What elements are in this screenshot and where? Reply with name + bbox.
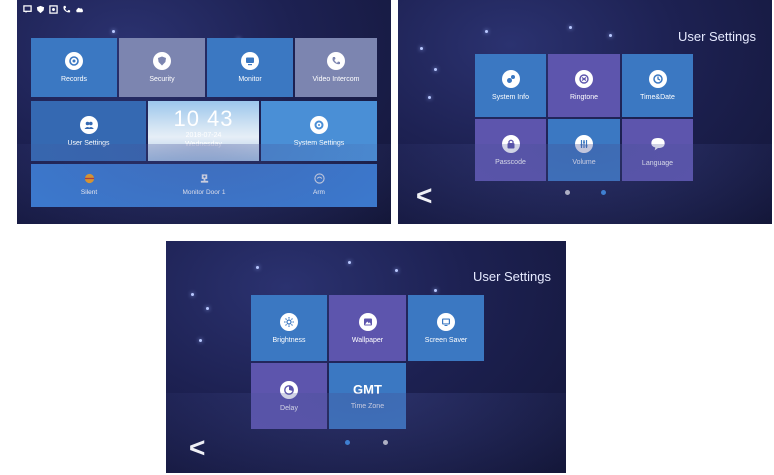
ringtone-label: Ringtone (569, 94, 599, 101)
ringtone-tile[interactable]: Ringtone (548, 54, 620, 117)
status-bar (23, 5, 84, 14)
system-info-tile[interactable]: System Info (475, 54, 546, 117)
star (348, 261, 351, 264)
delay-tile[interactable]: Delay (251, 363, 327, 429)
passcode-label: Passcode (495, 158, 526, 166)
speech-bubble-icon (648, 134, 668, 154)
star (191, 293, 194, 296)
time-zone-label: Time Zone (350, 403, 385, 410)
arm-icon (313, 172, 325, 184)
star (569, 26, 572, 29)
bell-icon (83, 172, 95, 184)
star (199, 339, 202, 342)
wallpaper-label: Wallpaper (351, 336, 384, 344)
records-icon (65, 52, 83, 70)
passcode-tile[interactable]: Passcode (475, 119, 546, 181)
quick-action-bar: Silent Monitor Door 1 Arm (31, 164, 377, 207)
records-tile[interactable]: Records (31, 38, 117, 97)
delay-label: Delay (280, 404, 298, 412)
back-button[interactable]: < (416, 182, 432, 210)
records-label: Records (60, 76, 88, 83)
page-title: User Settings (677, 29, 756, 44)
video-intercom-tile[interactable]: Video Intercom (295, 38, 377, 97)
phone-icon (62, 5, 71, 14)
clock-weekday: Wednesday (185, 141, 222, 148)
screen-icon (437, 312, 455, 331)
time-date-label: Time&Date (640, 94, 675, 101)
lock-icon (501, 134, 520, 153)
time-date-tile[interactable]: Time&Date (622, 54, 693, 117)
system-info-label: System Info (492, 94, 529, 101)
volume-label: Volume (572, 158, 596, 166)
monitor-tile[interactable]: Monitor (207, 38, 293, 97)
star (434, 289, 437, 292)
user-settings-label: User Settings (67, 139, 110, 147)
ringtone-icon (575, 70, 593, 88)
user-settings-tile[interactable]: User Settings (31, 101, 146, 161)
arm-label: Arm (313, 189, 325, 196)
gear-icon (310, 115, 328, 134)
page-dot-2[interactable] (383, 440, 388, 445)
star (420, 47, 423, 50)
cloud-icon (75, 5, 84, 14)
star (395, 269, 398, 272)
user-settings-screen-page2: User Settings Brightness Wallpaper Scree… (166, 241, 566, 473)
monitor-door-label: Monitor Door 1 (182, 189, 226, 196)
clock-widget: 10 43 2018-07-24 Wednesday (148, 101, 259, 161)
page-dot-2-active[interactable] (601, 190, 606, 195)
screen-saver-tile[interactable]: Screen Saver (408, 295, 484, 361)
user-settings-screen-page1: User Settings System Info Ringtone Time&… (398, 0, 772, 224)
image-icon (358, 312, 377, 331)
security-label: Security (149, 76, 175, 83)
camera-icon (198, 172, 210, 184)
language-label: Language (641, 159, 674, 167)
page-title: User Settings (472, 269, 551, 284)
video-intercom-icon (327, 52, 345, 70)
monitor-door-button[interactable]: Monitor Door 1 (164, 172, 244, 196)
sun-icon (280, 312, 298, 331)
monitor-icon (241, 52, 259, 70)
star (206, 307, 209, 310)
star (434, 68, 437, 71)
clock-icon (648, 70, 667, 88)
clock-date: 2018-07-24 (185, 132, 222, 139)
brightness-label: Brightness (272, 336, 306, 344)
screen-saver-label: Screen Saver (424, 336, 468, 344)
silent-button[interactable]: Silent (49, 172, 129, 196)
users-icon (79, 115, 98, 134)
monitor-label: Monitor (238, 76, 262, 83)
silent-label: Silent (80, 189, 98, 196)
video-intercom-label: Video Intercom (312, 76, 360, 83)
page-dot-1[interactable] (565, 190, 570, 195)
security-icon (153, 52, 171, 70)
gmt-icon: GMT (353, 382, 382, 397)
star (609, 34, 612, 37)
picture-icon (49, 5, 58, 14)
message-icon (23, 5, 32, 14)
info-icon (501, 70, 520, 88)
timer-icon (280, 380, 298, 399)
arm-button[interactable]: Arm (279, 172, 359, 196)
clock-time: 10 43 (173, 106, 234, 131)
star (112, 30, 115, 33)
security-tile[interactable]: Security (119, 38, 205, 97)
shield-icon (36, 5, 45, 14)
star (256, 266, 259, 269)
system-settings-label: System Settings (293, 139, 345, 147)
home-screen: Records Security Monitor Video Intercom … (17, 0, 391, 224)
star (428, 96, 431, 99)
equalizer-icon (575, 134, 593, 153)
back-button[interactable]: < (189, 434, 205, 462)
volume-tile[interactable]: Volume (548, 119, 620, 181)
language-tile[interactable]: Language (622, 119, 693, 181)
system-settings-tile[interactable]: System Settings (261, 101, 377, 161)
time-zone-tile[interactable]: GMT Time Zone (329, 363, 406, 429)
page-dot-1-active[interactable] (345, 440, 350, 445)
star (485, 30, 488, 33)
brightness-tile[interactable]: Brightness (251, 295, 327, 361)
wallpaper-tile[interactable]: Wallpaper (329, 295, 406, 361)
